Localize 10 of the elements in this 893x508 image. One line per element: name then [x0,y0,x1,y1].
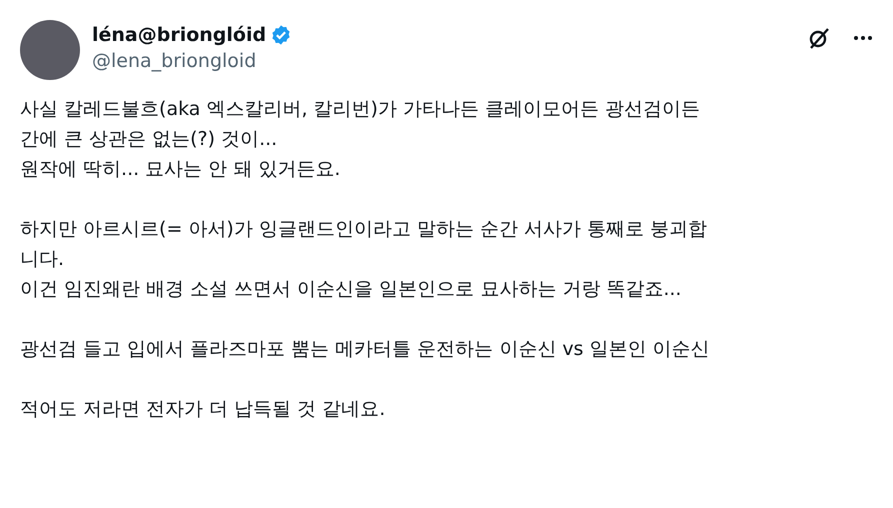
post-text-line: 간에 큰 상관은 없는(?) 것이... [20,127,278,152]
post-text-line: 적어도 저라면 전자가 더 납득될 것 같네요. [20,397,386,422]
post-text-line: 원작에 딱히... 묘사는 안 돼 있거든요. [20,157,340,182]
post-text-line: 이건 임진왜란 배경 소설 쓰면서 이순신을 일본인으로 묘사하는 거랑 똑같죠... [20,277,682,302]
display-name[interactable]: léna@brionglóid [92,22,266,48]
post-text-line: 하지만 아르시르(= 아서)가 잉글랜드인이라고 말하는 순간 서사가 통째로 붕괴합 [20,217,708,242]
username[interactable]: @lena_briongloid [92,48,795,74]
post-text-line: 니다. [20,247,64,272]
post-text-line: 광선검 들고 입에서 플라즈마포 뿜는 메카터틀 운전하는 이순신 vs 일본인 이순신 [20,337,710,362]
post-text-line: 사실 칼레드불흐(aka 엑스칼리버, 칼리번)가 가타나든 클레이모어든 광선검이든 [20,97,700,122]
